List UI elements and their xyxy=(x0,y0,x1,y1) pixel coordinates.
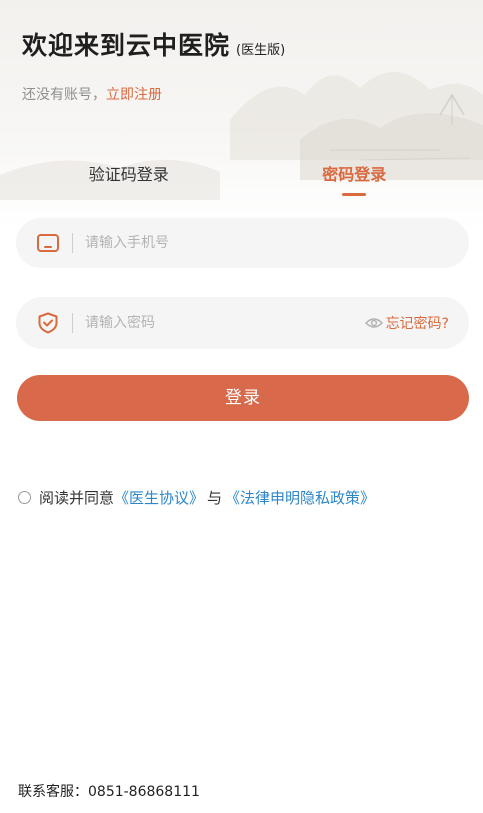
phone-icon xyxy=(36,231,60,255)
agreement-prefix: 阅读并同意 xyxy=(39,489,115,507)
tab-password-login-label: 密码登录 xyxy=(322,165,387,184)
active-tab-indicator xyxy=(342,193,367,196)
title-row: 欢迎来到云中医院 (医生版) xyxy=(22,26,285,62)
login-button[interactable]: 登录 xyxy=(17,375,469,421)
agreement-radio[interactable] xyxy=(18,491,31,504)
login-tabs: 验证码登录 密码登录 xyxy=(16,150,467,208)
register-prompt: 还没有账号，立即注册 xyxy=(22,84,162,104)
privacy-policy-link[interactable]: 《法律申明隐私政策》 xyxy=(225,487,375,508)
forgot-password-link[interactable]: 忘记密码? xyxy=(364,313,449,333)
customer-service: 联系客服：0851-86868111 xyxy=(18,781,200,801)
agreement-row: 阅读并同意 《医生协议》 与 《法律申明隐私政策》 xyxy=(18,487,375,508)
field-divider xyxy=(72,233,73,253)
agreement-and: 与 xyxy=(207,489,223,507)
tab-sms-code-login[interactable]: 验证码登录 xyxy=(16,150,242,208)
customer-service-label: 联系客服： xyxy=(18,784,88,800)
shield-check-icon xyxy=(36,311,60,335)
page-title: 欢迎来到云中医院 xyxy=(22,31,231,60)
edition-label: (医生版) xyxy=(236,43,286,58)
phone-input[interactable] xyxy=(85,235,469,251)
register-prompt-text: 还没有账号， xyxy=(22,87,106,103)
register-link[interactable]: 立即注册 xyxy=(106,87,162,103)
forgot-password-label: 忘记密码? xyxy=(385,316,449,332)
tab-password-login[interactable]: 密码登录 xyxy=(242,150,468,208)
password-input[interactable] xyxy=(85,315,365,331)
field-divider xyxy=(72,313,73,333)
customer-service-phone[interactable]: 0851-86868111 xyxy=(88,784,200,800)
eye-icon[interactable] xyxy=(364,317,383,329)
doctor-agreement-link[interactable]: 《医生协议》 xyxy=(114,487,204,508)
password-field[interactable]: 忘记密码? xyxy=(16,297,469,349)
phone-field[interactable] xyxy=(16,218,469,268)
